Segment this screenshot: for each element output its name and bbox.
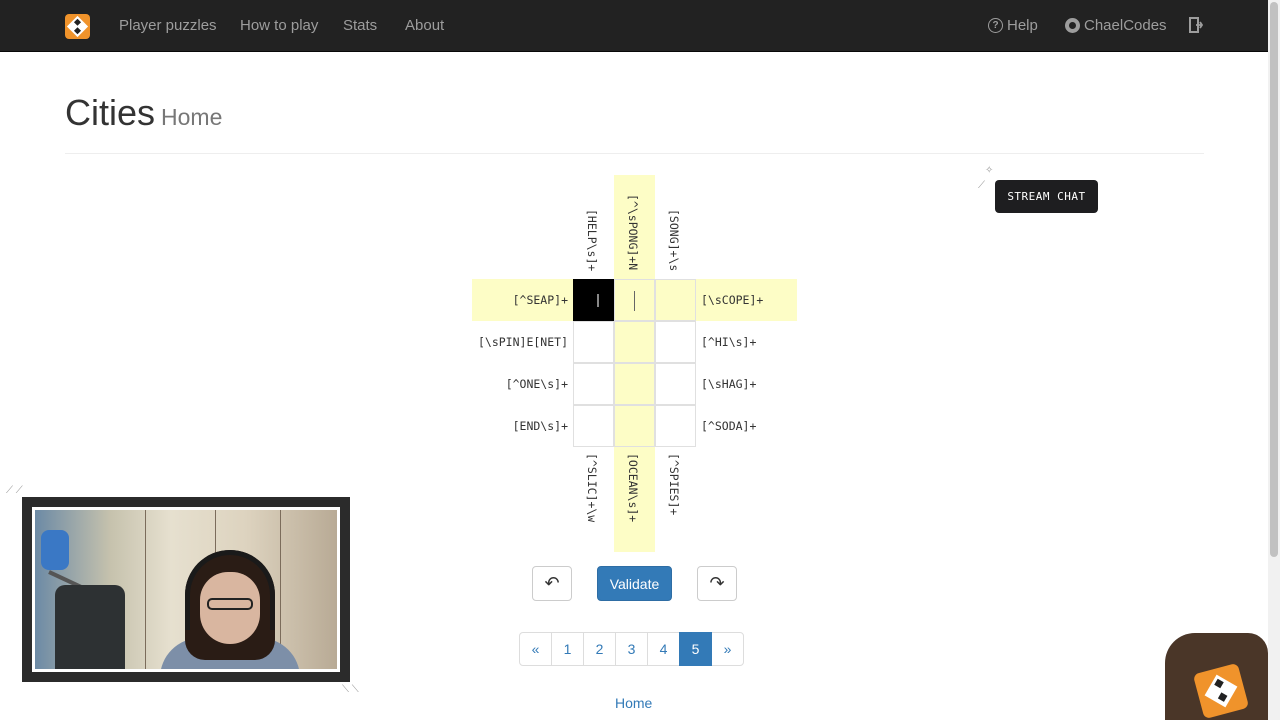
- grid-cell-r4c3[interactable]: [655, 405, 696, 447]
- logout-icon[interactable]: [1189, 17, 1203, 33]
- grid-cell-r1c3[interactable]: [655, 279, 696, 321]
- right-clue-1: [\sCOPE]+: [701, 293, 764, 307]
- grid-cell-r3c1[interactable]: [573, 363, 614, 405]
- pagination-page-1[interactable]: 1: [551, 632, 584, 666]
- nav-player-puzzles[interactable]: Player puzzles: [119, 17, 217, 34]
- stream-chat-button[interactable]: STREAM CHAT: [995, 180, 1098, 213]
- bottom-clue-3: [^SPIES]+: [667, 453, 681, 516]
- webcam-video: [35, 510, 337, 669]
- grid-cell-r2c2[interactable]: [614, 321, 655, 363]
- pagination-page-3[interactable]: 3: [615, 632, 648, 666]
- header-divider: [65, 153, 1204, 154]
- pagination-next[interactable]: »: [711, 632, 744, 666]
- pagination: « 1 2 3 4 5 »: [519, 632, 744, 666]
- nav-github-link[interactable]: ChaelCodes: [1065, 17, 1167, 34]
- grid-cell-r4c1[interactable]: [573, 405, 614, 447]
- grid-cell-r1c1[interactable]: [573, 279, 614, 321]
- nav-help-label: Help: [1007, 17, 1038, 34]
- top-clue-1: [HELP\s]+: [585, 209, 599, 272]
- grid-cell-r4c2[interactable]: [614, 405, 655, 447]
- left-clue-2: [\sPIN]E[NET]: [477, 335, 568, 349]
- grid-cell-r2c1[interactable]: [573, 321, 614, 363]
- top-navbar: Player puzzles How to play Stats About ?…: [0, 0, 1268, 52]
- left-clue-4: [END\s]+: [512, 419, 568, 433]
- sparkle-icon: ✧: [985, 165, 994, 176]
- mouse-cursor-icon: [597, 294, 599, 307]
- headset-icon: [185, 550, 275, 630]
- top-clue-3: [SONG]+\s: [667, 209, 681, 272]
- nav-help-link[interactable]: ? Help: [988, 17, 1038, 34]
- pagination-page-5[interactable]: 5: [679, 632, 712, 666]
- nav-about[interactable]: About: [405, 17, 444, 34]
- scrollbar-thumb[interactable]: [1270, 2, 1278, 557]
- puzzle-category: Home: [161, 104, 223, 130]
- text-caret: [634, 291, 635, 311]
- grid-cell-r3c2[interactable]: [614, 363, 655, 405]
- microphone-icon: [41, 530, 69, 570]
- undo-icon: ↶: [544, 573, 560, 593]
- nav-how-to-play[interactable]: How to play: [240, 17, 318, 34]
- github-icon: [1065, 18, 1080, 33]
- pagination-page-2[interactable]: 2: [583, 632, 616, 666]
- validate-button[interactable]: Validate: [597, 566, 672, 601]
- nav-stats[interactable]: Stats: [343, 17, 377, 34]
- nav-github-label: ChaelCodes: [1084, 17, 1167, 34]
- pagination-page-4[interactable]: 4: [647, 632, 680, 666]
- undo-button[interactable]: ↶: [532, 566, 572, 601]
- right-clue-3: [\sHAG]+: [701, 377, 757, 391]
- brand-logo-icon[interactable]: [65, 14, 90, 39]
- footer-home-link[interactable]: Home: [615, 695, 652, 711]
- page-title: Cities Home: [65, 92, 222, 134]
- top-clue-2: [^\sPONG]+N: [626, 194, 640, 271]
- bottom-clue-2: [OCEAN\s]+: [626, 453, 640, 523]
- grid-cell-r3c3[interactable]: [655, 363, 696, 405]
- bottom-clue-1: [^SLIC]+\w: [585, 453, 599, 523]
- puzzle-title: Cities: [65, 92, 156, 133]
- right-clue-2: [^HI\s]+: [701, 335, 757, 349]
- grid-cell-r2c3[interactable]: [655, 321, 696, 363]
- left-clue-3: [^ONE\s]+: [505, 377, 568, 391]
- sparkle-icon: ⟋ ⟋: [6, 485, 23, 496]
- left-clue-1: [^SEAP]+: [512, 293, 568, 307]
- sparkle-icon: ⟍ ⟍: [342, 684, 359, 695]
- help-icon: ?: [988, 18, 1003, 33]
- redo-icon: ↷: [709, 573, 725, 593]
- sparkle-icon: ⟋: [978, 180, 985, 191]
- redo-button[interactable]: ↷: [697, 566, 737, 601]
- pagination-prev[interactable]: «: [519, 632, 552, 666]
- right-clue-4: [^SODA]+: [701, 419, 757, 433]
